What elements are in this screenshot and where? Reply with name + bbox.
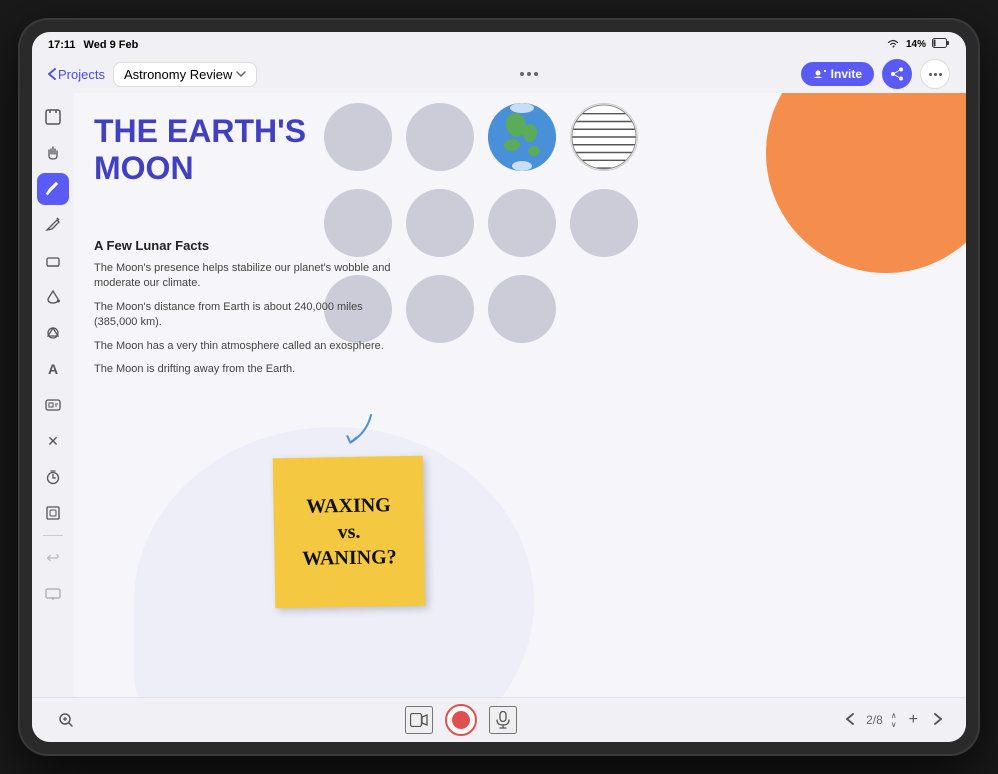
sticky-note[interactable]: WAXING vs. WANING? [273,456,426,609]
slide-title: THE EARTH'S MOON [94,113,306,187]
wifi-icon [886,38,900,51]
battery: 14% [906,39,926,50]
video-button[interactable] [405,706,433,734]
media-tool-button[interactable] [37,389,69,421]
tab-label: Astronomy Review [124,67,232,82]
facts-section: A Few Lunar Facts The Moon's presence he… [94,238,394,385]
text-tool-button[interactable]: A [37,353,69,385]
screen: 17:11 Wed 9 Feb 14% [32,32,966,742]
frame-tool-button[interactable] [37,497,69,529]
bottom-right: 2/8 ∧ ∨ + [842,707,946,733]
presentation-tab[interactable]: Astronomy Review [113,62,257,87]
bottom-left [52,706,80,734]
status-bar: 17:11 Wed 9 Feb 14% [32,32,966,55]
moon-phase-10 [406,275,474,343]
mic-button[interactable] [489,706,517,734]
pencil-tool-button[interactable] [37,209,69,241]
bottom-bar: 2/8 ∧ ∨ + [32,697,966,742]
nav-left: Projects Astronomy Review [48,62,257,87]
nav-bar: Projects Astronomy Review [32,55,966,93]
moon-phases-grid [324,103,844,383]
title-line1: THE EARTH'S [94,113,306,150]
bottom-center [405,704,517,736]
nav-center [520,72,538,76]
moon-phase-11 [488,275,556,343]
back-label: Projects [58,67,105,82]
moon-phase-1 [324,103,392,171]
device-frame: 17:11 Wed 9 Feb 14% [20,20,978,754]
pen-tool-button[interactable] [37,173,69,205]
text-tool-icon: A [48,361,58,377]
share-button[interactable] [882,59,912,89]
select-tool-button[interactable] [37,101,69,133]
sticky-text: WAXING vs. WANING? [301,492,397,572]
prev-slide-button[interactable] [842,708,858,732]
eraser-tool-button[interactable] [37,245,69,277]
moon-phase-8 [570,189,638,257]
moon-phase-7 [488,189,556,257]
page-indicator: 2/8 [866,713,883,727]
hatched-moon [570,103,638,171]
fact-2: The Moon's distance from Earth is about … [94,300,394,331]
time: 17:11 [48,39,76,51]
record-indicator [452,711,470,729]
slide-canvas[interactable]: THE EARTH'S MOON A Few Lunar Facts The M… [74,93,966,697]
options-button[interactable] [920,59,950,89]
total-pages: 8 [876,713,883,727]
moon-phase-6 [406,189,474,257]
undo-button[interactable]: ↩ [37,542,69,574]
fact-1: The Moon's presence helps stabilize our … [94,261,394,292]
zoom-button[interactable] [52,706,80,734]
content-area: A ✕ [32,93,966,697]
fill-tool-button[interactable] [37,281,69,313]
facts-title: A Few Lunar Facts [94,238,394,253]
back-button[interactable]: Projects [48,67,105,82]
slide-up-button[interactable]: ∧ [891,712,897,720]
more-dots [520,72,538,76]
slide-down-button[interactable]: ∨ [891,721,897,729]
moon-phase-2 [406,103,474,171]
date: Wed 9 Feb [84,39,139,51]
title-line2: MOON [94,150,306,187]
screen-tool-button[interactable] [37,578,69,610]
current-page: 2 [866,713,873,727]
timer-tool-button[interactable] [37,461,69,493]
record-button[interactable] [445,704,477,736]
close-tool-button[interactable]: ✕ [37,425,69,457]
nav-right: Invite [801,59,950,89]
invite-label: Invite [831,67,862,81]
earth-globe [488,103,556,171]
hand-tool-button[interactable] [37,137,69,169]
next-slide-button[interactable] [930,708,946,732]
fact-3: The Moon has a very thin atmosphere call… [94,339,394,354]
add-slide-button[interactable]: + [905,707,922,733]
invite-button[interactable]: Invite [801,62,874,86]
fact-4: The Moon is drifting away from the Earth… [94,362,394,377]
battery-icon [932,38,950,51]
shapes-tool-button[interactable] [37,317,69,349]
toolbar: A ✕ [32,93,74,697]
